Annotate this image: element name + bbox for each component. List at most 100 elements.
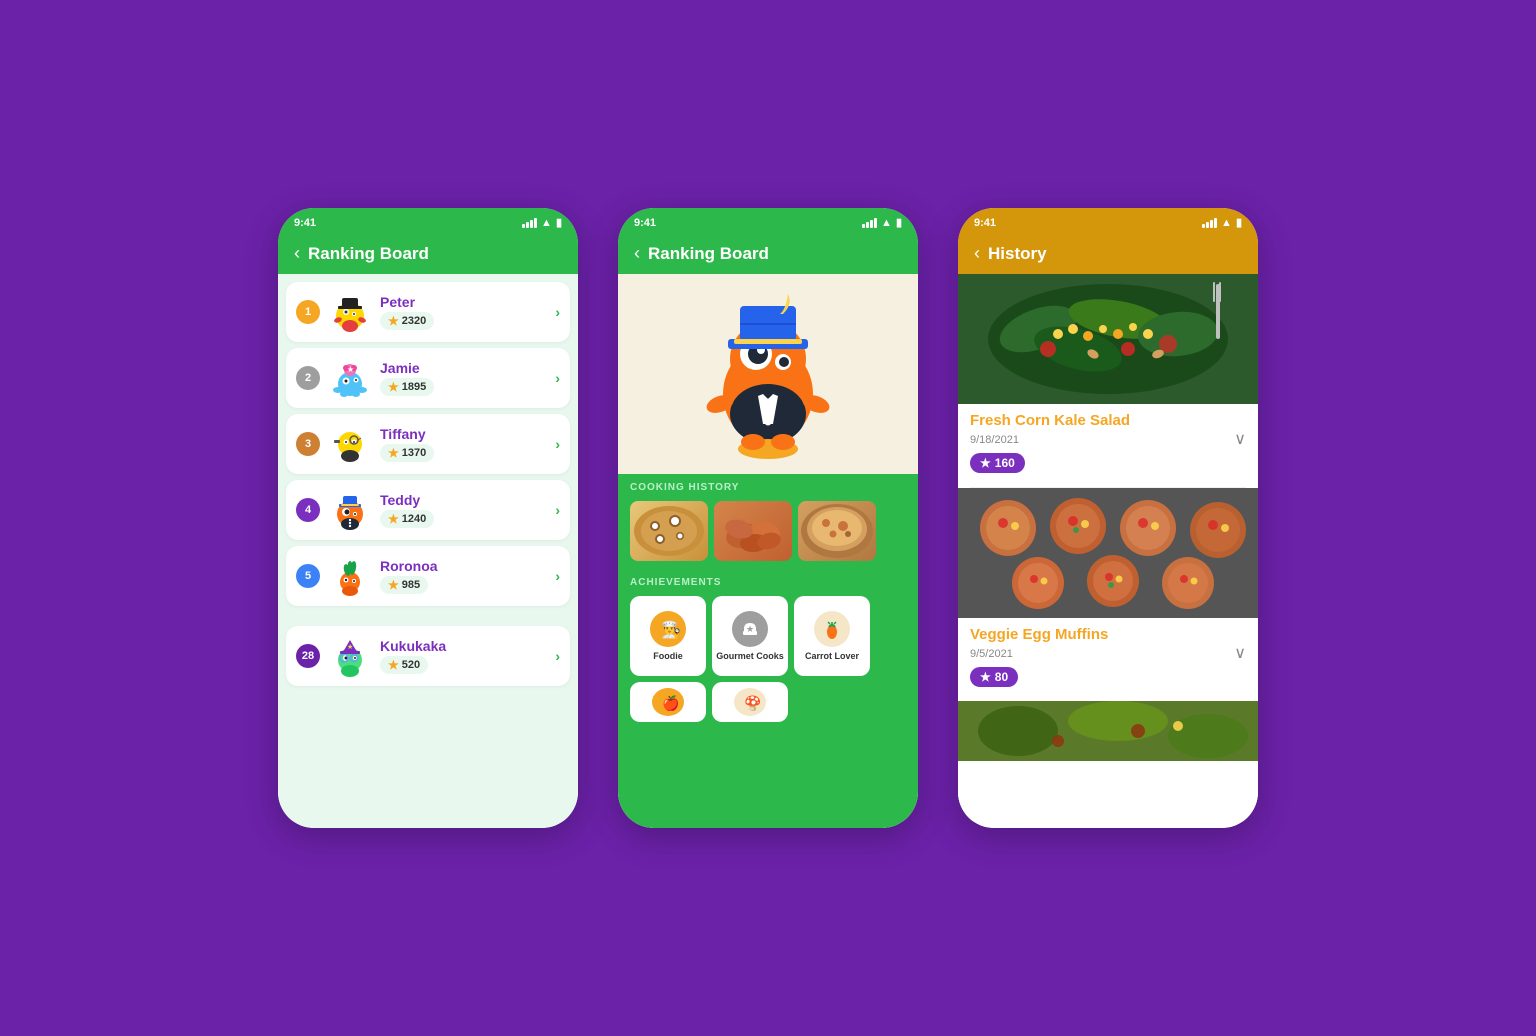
score-badge-current: ★ 520 bbox=[380, 656, 428, 674]
page-title-1: Ranking Board bbox=[308, 244, 429, 264]
history-body: Fresh Corn Kale Salad 9/18/2021 ∨ ★ 160 bbox=[958, 274, 1258, 828]
star-icon-current: ★ bbox=[388, 658, 399, 672]
score-badge-1: ★ 2320 bbox=[380, 312, 434, 330]
page-title-3: History bbox=[988, 244, 1047, 264]
status-time-2: 9:41 bbox=[634, 217, 656, 229]
rank-divider bbox=[286, 614, 570, 618]
achievement-icon-partial-2: 🍄 bbox=[734, 688, 766, 716]
back-arrow-3[interactable]: ‹ bbox=[974, 243, 980, 264]
detail-body: COOKING HISTORY bbox=[618, 274, 918, 828]
battery-icon-2: ▮ bbox=[896, 216, 902, 229]
rank-card-4[interactable]: 4 bbox=[286, 480, 570, 540]
history-score-badge-2: ★ 80 bbox=[970, 667, 1018, 687]
food-thumb-1 bbox=[630, 501, 708, 561]
achievement-icon-3 bbox=[814, 611, 850, 647]
rank-card-2[interactable]: 2 bbox=[286, 348, 570, 408]
food-thumb-img-3 bbox=[798, 501, 876, 561]
achievements-section: ACHIEVEMENTS 👨‍🍳 Foodie bbox=[618, 569, 918, 828]
food-thumb-img-1 bbox=[630, 501, 708, 561]
app-header-3: ‹ History bbox=[958, 233, 1258, 274]
score-star-1: ★ bbox=[980, 456, 991, 470]
star-icon-2: ★ bbox=[388, 380, 399, 394]
history-card-1: Fresh Corn Kale Salad 9/18/2021 ∨ ★ 160 bbox=[958, 274, 1258, 481]
rank-avatar-current: ★ bbox=[328, 634, 372, 678]
history-card-3-partial bbox=[958, 701, 1258, 822]
status-bar-3: 9:41 ▲ ▮ bbox=[958, 208, 1258, 233]
star-icon-3: ★ bbox=[388, 446, 399, 460]
chevron-4: › bbox=[555, 502, 560, 518]
rank-info-2: Jamie ★ 1895 bbox=[380, 360, 547, 396]
chevron-2: › bbox=[555, 370, 560, 386]
signal-icon-1 bbox=[522, 218, 537, 228]
rank-score-2: ★ 1895 bbox=[380, 378, 547, 396]
wifi-icon-2: ▲ bbox=[881, 217, 892, 229]
rank-avatar-1 bbox=[328, 290, 372, 334]
rank-avatar-5 bbox=[328, 554, 372, 598]
rank-avatar-3 bbox=[328, 422, 372, 466]
rank-badge-3: 3 bbox=[296, 432, 320, 456]
star-icon-4: ★ bbox=[388, 512, 399, 526]
achievement-badge-partial-1: 🍎 bbox=[630, 682, 706, 722]
achievement-icon-2: ★ bbox=[732, 611, 768, 647]
rank-badge-current: 28 bbox=[296, 644, 320, 668]
rank-card-3[interactable]: 3 Tiffany bbox=[286, 414, 570, 474]
back-arrow-2[interactable]: ‹ bbox=[634, 243, 640, 264]
chevron-1: › bbox=[555, 304, 560, 320]
app-header-2: ‹ Ranking Board bbox=[618, 233, 918, 274]
app-header-1: ‹ Ranking Board bbox=[278, 233, 578, 274]
rank-badge-5: 5 bbox=[296, 564, 320, 588]
svg-text:★: ★ bbox=[746, 624, 754, 634]
rank-card-5[interactable]: 5 Roronoa bbox=[286, 546, 570, 606]
food-thumb-2 bbox=[714, 501, 792, 561]
score-badge-4: ★ 1240 bbox=[380, 510, 434, 528]
rank-info-3: Tiffany ★ 1370 bbox=[380, 426, 547, 462]
history-chevron-2[interactable]: ∨ bbox=[1234, 643, 1246, 663]
rank-score-4: ★ 1240 bbox=[380, 510, 547, 528]
status-bar-1: 9:41 ▲ ▮ bbox=[278, 208, 578, 233]
rank-name-1: Peter bbox=[380, 294, 547, 310]
signal-icon-3 bbox=[1202, 218, 1217, 228]
rank-name-4: Teddy bbox=[380, 492, 547, 508]
score-star-2: ★ bbox=[980, 670, 991, 684]
score-badge-2: ★ 1895 bbox=[380, 378, 434, 396]
rank-card-current[interactable]: 28 ★ bbox=[286, 626, 570, 686]
signal-icon-2 bbox=[862, 218, 877, 228]
score-badge-5: ★ 985 bbox=[380, 576, 428, 594]
food-thumb-3 bbox=[798, 501, 876, 561]
history-date-row-1: 9/18/2021 ∨ bbox=[970, 429, 1246, 449]
rank-badge-2: 2 bbox=[296, 366, 320, 390]
phone-ranking-board: 9:41 ▲ ▮ ‹ Ranking Board 1 bbox=[278, 208, 578, 828]
food-thumb-img-2 bbox=[714, 501, 792, 561]
rank-score-3: ★ 1370 bbox=[380, 444, 547, 462]
history-date-2: 9/5/2021 bbox=[970, 648, 1013, 660]
achievement-badge-2: ★ Gourmet Cooks bbox=[712, 596, 788, 676]
history-date-row-2: 9/5/2021 ∨ bbox=[970, 643, 1246, 663]
ranking-body: 1 bbox=[278, 274, 578, 828]
history-score-1: ★ 160 bbox=[970, 453, 1246, 473]
cooking-history-label: COOKING HISTORY bbox=[630, 482, 906, 493]
back-arrow-1[interactable]: ‹ bbox=[294, 243, 300, 264]
status-icons-3: ▲ ▮ bbox=[1202, 216, 1242, 229]
rank-badge-1: 1 bbox=[296, 300, 320, 324]
battery-icon-3: ▮ bbox=[1236, 216, 1242, 229]
history-chevron-1[interactable]: ∨ bbox=[1234, 429, 1246, 449]
star-icon-5: ★ bbox=[388, 578, 399, 592]
phone-history: 9:41 ▲ ▮ ‹ History bbox=[958, 208, 1258, 828]
status-time-3: 9:41 bbox=[974, 217, 996, 229]
achievement-name-3: Carrot Lover bbox=[805, 651, 859, 661]
achievement-icon-1: 👨‍🍳 bbox=[650, 611, 686, 647]
rank-name-2: Jamie bbox=[380, 360, 547, 376]
history-info-2: Veggie Egg Muffins 9/5/2021 ∨ ★ 80 bbox=[958, 618, 1258, 695]
rank-name-3: Tiffany bbox=[380, 426, 547, 442]
star-icon-1: ★ bbox=[388, 314, 399, 328]
rank-avatar-2: ★ bbox=[328, 356, 372, 400]
achievement-name-1: Foodie bbox=[653, 651, 683, 661]
achievement-badges: 👨‍🍳 Foodie ★ bbox=[630, 596, 906, 676]
svg-text:🍄: 🍄 bbox=[744, 695, 761, 712]
page-title-2: Ranking Board bbox=[648, 244, 769, 264]
status-bar-2: 9:41 ▲ ▮ bbox=[618, 208, 918, 233]
history-date-1: 9/18/2021 bbox=[970, 434, 1019, 446]
cooking-history-section: COOKING HISTORY bbox=[618, 474, 918, 569]
rank-card-1[interactable]: 1 bbox=[286, 282, 570, 342]
history-image-1 bbox=[958, 274, 1258, 404]
